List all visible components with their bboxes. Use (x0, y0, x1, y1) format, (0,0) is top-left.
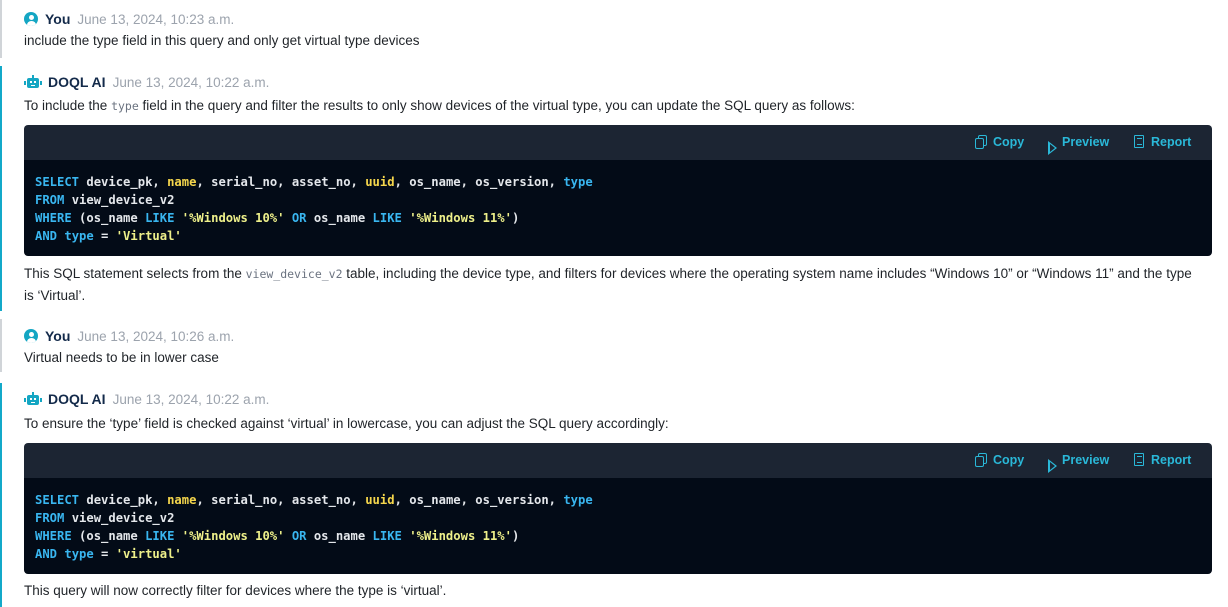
message-border (0, 66, 2, 311)
code-content: SELECT device_pk, name, serial_no, asset… (24, 478, 1212, 574)
report-icon (1133, 453, 1145, 467)
ai-message: DOQL AI June 13, 2024, 10:22 a.m. To ens… (0, 383, 1228, 607)
message-text: include the type field in this query and… (24, 33, 420, 48)
copy-button[interactable]: Copy (975, 453, 1024, 467)
code-block: Copy Preview Report SELECT device_pk, na… (24, 125, 1212, 256)
sql-code: SELECT device_pk, name, serial_no, asset… (35, 493, 593, 561)
message-header: You June 13, 2024, 10:26 a.m. (24, 327, 234, 345)
report-button[interactable]: Report (1133, 135, 1191, 149)
bot-icon (24, 392, 42, 406)
message-border (0, 383, 2, 607)
code-block: Copy Preview Report SELECT device_pk, na… (24, 443, 1212, 574)
author-name: You (45, 328, 71, 344)
user-avatar-icon (24, 329, 38, 343)
copy-icon (975, 453, 987, 467)
timestamp: June 13, 2024, 10:22 a.m. (112, 74, 270, 90)
user-avatar-icon (24, 12, 38, 26)
author-name: DOQL AI (48, 391, 106, 407)
inline-code: type (111, 99, 139, 113)
report-button[interactable]: Report (1133, 453, 1191, 467)
message-border (0, 0, 2, 58)
timestamp: June 13, 2024, 10:22 a.m. (112, 391, 270, 407)
message-outro: This query will now correctly filter for… (24, 583, 447, 598)
author-name: DOQL AI (48, 74, 106, 90)
report-icon (1133, 135, 1145, 149)
timestamp: June 13, 2024, 10:23 a.m. (77, 11, 235, 27)
preview-button[interactable]: Preview (1048, 453, 1109, 473)
message-intro: To ensure the ‘type’ field is checked ag… (24, 416, 669, 431)
inline-code: view_device_v2 (245, 267, 343, 281)
code-toolbar: Copy Preview Report (24, 443, 1212, 478)
code-toolbar: Copy Preview Report (24, 125, 1212, 160)
message-outro: This SQL statement selects from the view… (24, 266, 1192, 303)
copy-icon (975, 135, 987, 149)
preview-button[interactable]: Preview (1048, 135, 1109, 155)
message-text: Virtual needs to be in lower case (24, 350, 219, 365)
author-name: You (45, 11, 71, 27)
message-header: You June 13, 2024, 10:23 a.m. (24, 10, 234, 28)
user-message: You June 13, 2024, 10:26 a.m. Virtual ne… (0, 319, 1228, 372)
copy-button[interactable]: Copy (975, 135, 1024, 149)
timestamp: June 13, 2024, 10:26 a.m. (77, 328, 235, 344)
message-header: DOQL AI June 13, 2024, 10:22 a.m. (24, 390, 269, 408)
code-content: SELECT device_pk, name, serial_no, asset… (24, 160, 1212, 256)
message-header: DOQL AI June 13, 2024, 10:22 a.m. (24, 73, 269, 91)
sql-code: SELECT device_pk, name, serial_no, asset… (35, 175, 593, 243)
message-border (0, 319, 2, 372)
ai-message: DOQL AI June 13, 2024, 10:22 a.m. To inc… (0, 66, 1228, 311)
bot-icon (24, 75, 42, 89)
user-message: You June 13, 2024, 10:23 a.m. include th… (0, 0, 1228, 58)
message-intro: To include the type field in the query a… (24, 98, 855, 113)
